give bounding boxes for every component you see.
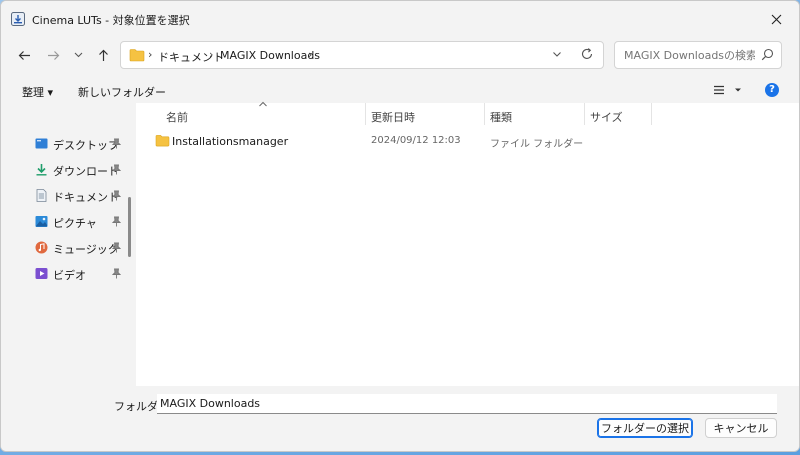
arrow-right-icon [47,50,59,60]
file-type: ファイル フォルダー [490,139,584,150]
desktop-icon [35,138,48,149]
breadcrumb-separator: › [308,48,313,61]
organize-button[interactable]: 整理 ▾ [22,84,53,100]
new-folder-button[interactable]: 新しいフォルダー [78,84,166,100]
document-icon [36,189,47,202]
sidebar-item-desktop[interactable]: デスクトップ [2,133,128,157]
close-button[interactable] [753,1,799,37]
file-dialog-window: Cinema LUTs - 対象位置を選択 › ドキュメント › MAGIX D… [0,0,800,452]
column-divider[interactable] [484,103,485,125]
window-title: Cinema LUTs - 対象位置を選択 [32,14,190,27]
sidebar-item-label: ミュージック [53,243,119,256]
download-icon [36,164,47,176]
navigation-pane: デスクトップ ダウンロード ドキュメント ピクチャ ミュージック ビデオ [2,103,122,386]
pin-icon [112,164,121,175]
navigation-scrollbar[interactable] [128,197,131,257]
app-icon [11,12,25,26]
folder-name-input[interactable] [157,394,777,414]
folder-icon [129,49,145,62]
cancel-button[interactable]: キャンセル [705,418,777,438]
forward-button[interactable] [42,44,64,66]
pin-icon [112,216,121,227]
title-bar: Cinema LUTs - 対象位置を選択 [1,1,799,37]
arrow-up-icon [98,49,108,61]
breadcrumb-documents[interactable]: ドキュメント [158,49,224,65]
sidebar-item-videos[interactable]: ビデオ [2,263,128,287]
search-icon[interactable] [761,48,774,61]
sidebar-item-pictures[interactable]: ピクチャ [2,211,128,235]
column-header-name[interactable]: 名前 [166,109,188,125]
sidebar-item-label: ピクチャ [53,217,97,230]
chevron-down-icon [553,52,561,57]
pin-icon [112,268,121,279]
up-button[interactable] [92,44,114,66]
close-icon [771,14,781,24]
column-header-size[interactable]: サイズ [590,109,623,125]
table-row[interactable]: Installationsmanager 2024/09/12 12:03 ファ… [151,131,691,151]
arrow-left-icon [18,50,30,60]
breadcrumb-separator: › [148,48,153,61]
file-list-pane: 名前 更新日時 種類 サイズ Installationsmanager 2024… [136,101,799,386]
column-divider[interactable] [651,103,652,125]
sidebar-item-label: デスクトップ [53,139,119,152]
video-icon [35,268,48,279]
breadcrumb-magix-downloads[interactable]: MAGIX Downloads [220,49,320,62]
column-header-type[interactable]: 種類 [490,109,512,125]
sidebar-item-label: ビデオ [53,269,86,282]
list-view-icon [714,85,741,95]
column-header-modified[interactable]: 更新日時 [371,109,415,125]
search-box[interactable] [614,41,782,69]
dialog-footer: フォルダー: フォルダーの選択 キャンセル [1,386,799,451]
sidebar-item-downloads[interactable]: ダウンロード [2,159,128,183]
breadcrumb-separator: › [209,48,214,61]
sidebar-item-documents[interactable]: ドキュメント [2,185,128,209]
view-options-button[interactable] [713,84,743,99]
search-input[interactable] [622,47,757,63]
back-button[interactable] [13,44,35,66]
sidebar-item-music[interactable]: ミュージック [2,237,128,261]
pin-icon [112,138,121,149]
sidebar-item-label: ダウンロード [53,165,119,178]
music-icon [35,241,48,254]
pin-icon [112,190,121,201]
file-modified: 2024/09/12 12:03 [371,135,461,146]
column-divider[interactable] [365,103,366,125]
help-icon[interactable]: ? [765,83,779,97]
sidebar-item-label: ドキュメント [53,191,119,204]
refresh-button[interactable] [580,47,594,64]
pin-icon [112,242,121,253]
recent-locations-button[interactable] [67,44,89,66]
picture-icon [35,216,48,227]
column-divider[interactable] [584,103,585,125]
folder-icon [155,135,170,147]
address-history-dropdown[interactable] [552,49,562,62]
chevron-down-icon [74,52,82,58]
refresh-icon [581,48,593,59]
sort-ascending-icon [259,101,267,107]
select-folder-button[interactable]: フォルダーの選択 [597,418,693,438]
address-bar[interactable]: › ドキュメント › MAGIX Downloads › [120,41,604,69]
file-name: Installationsmanager [172,135,289,148]
